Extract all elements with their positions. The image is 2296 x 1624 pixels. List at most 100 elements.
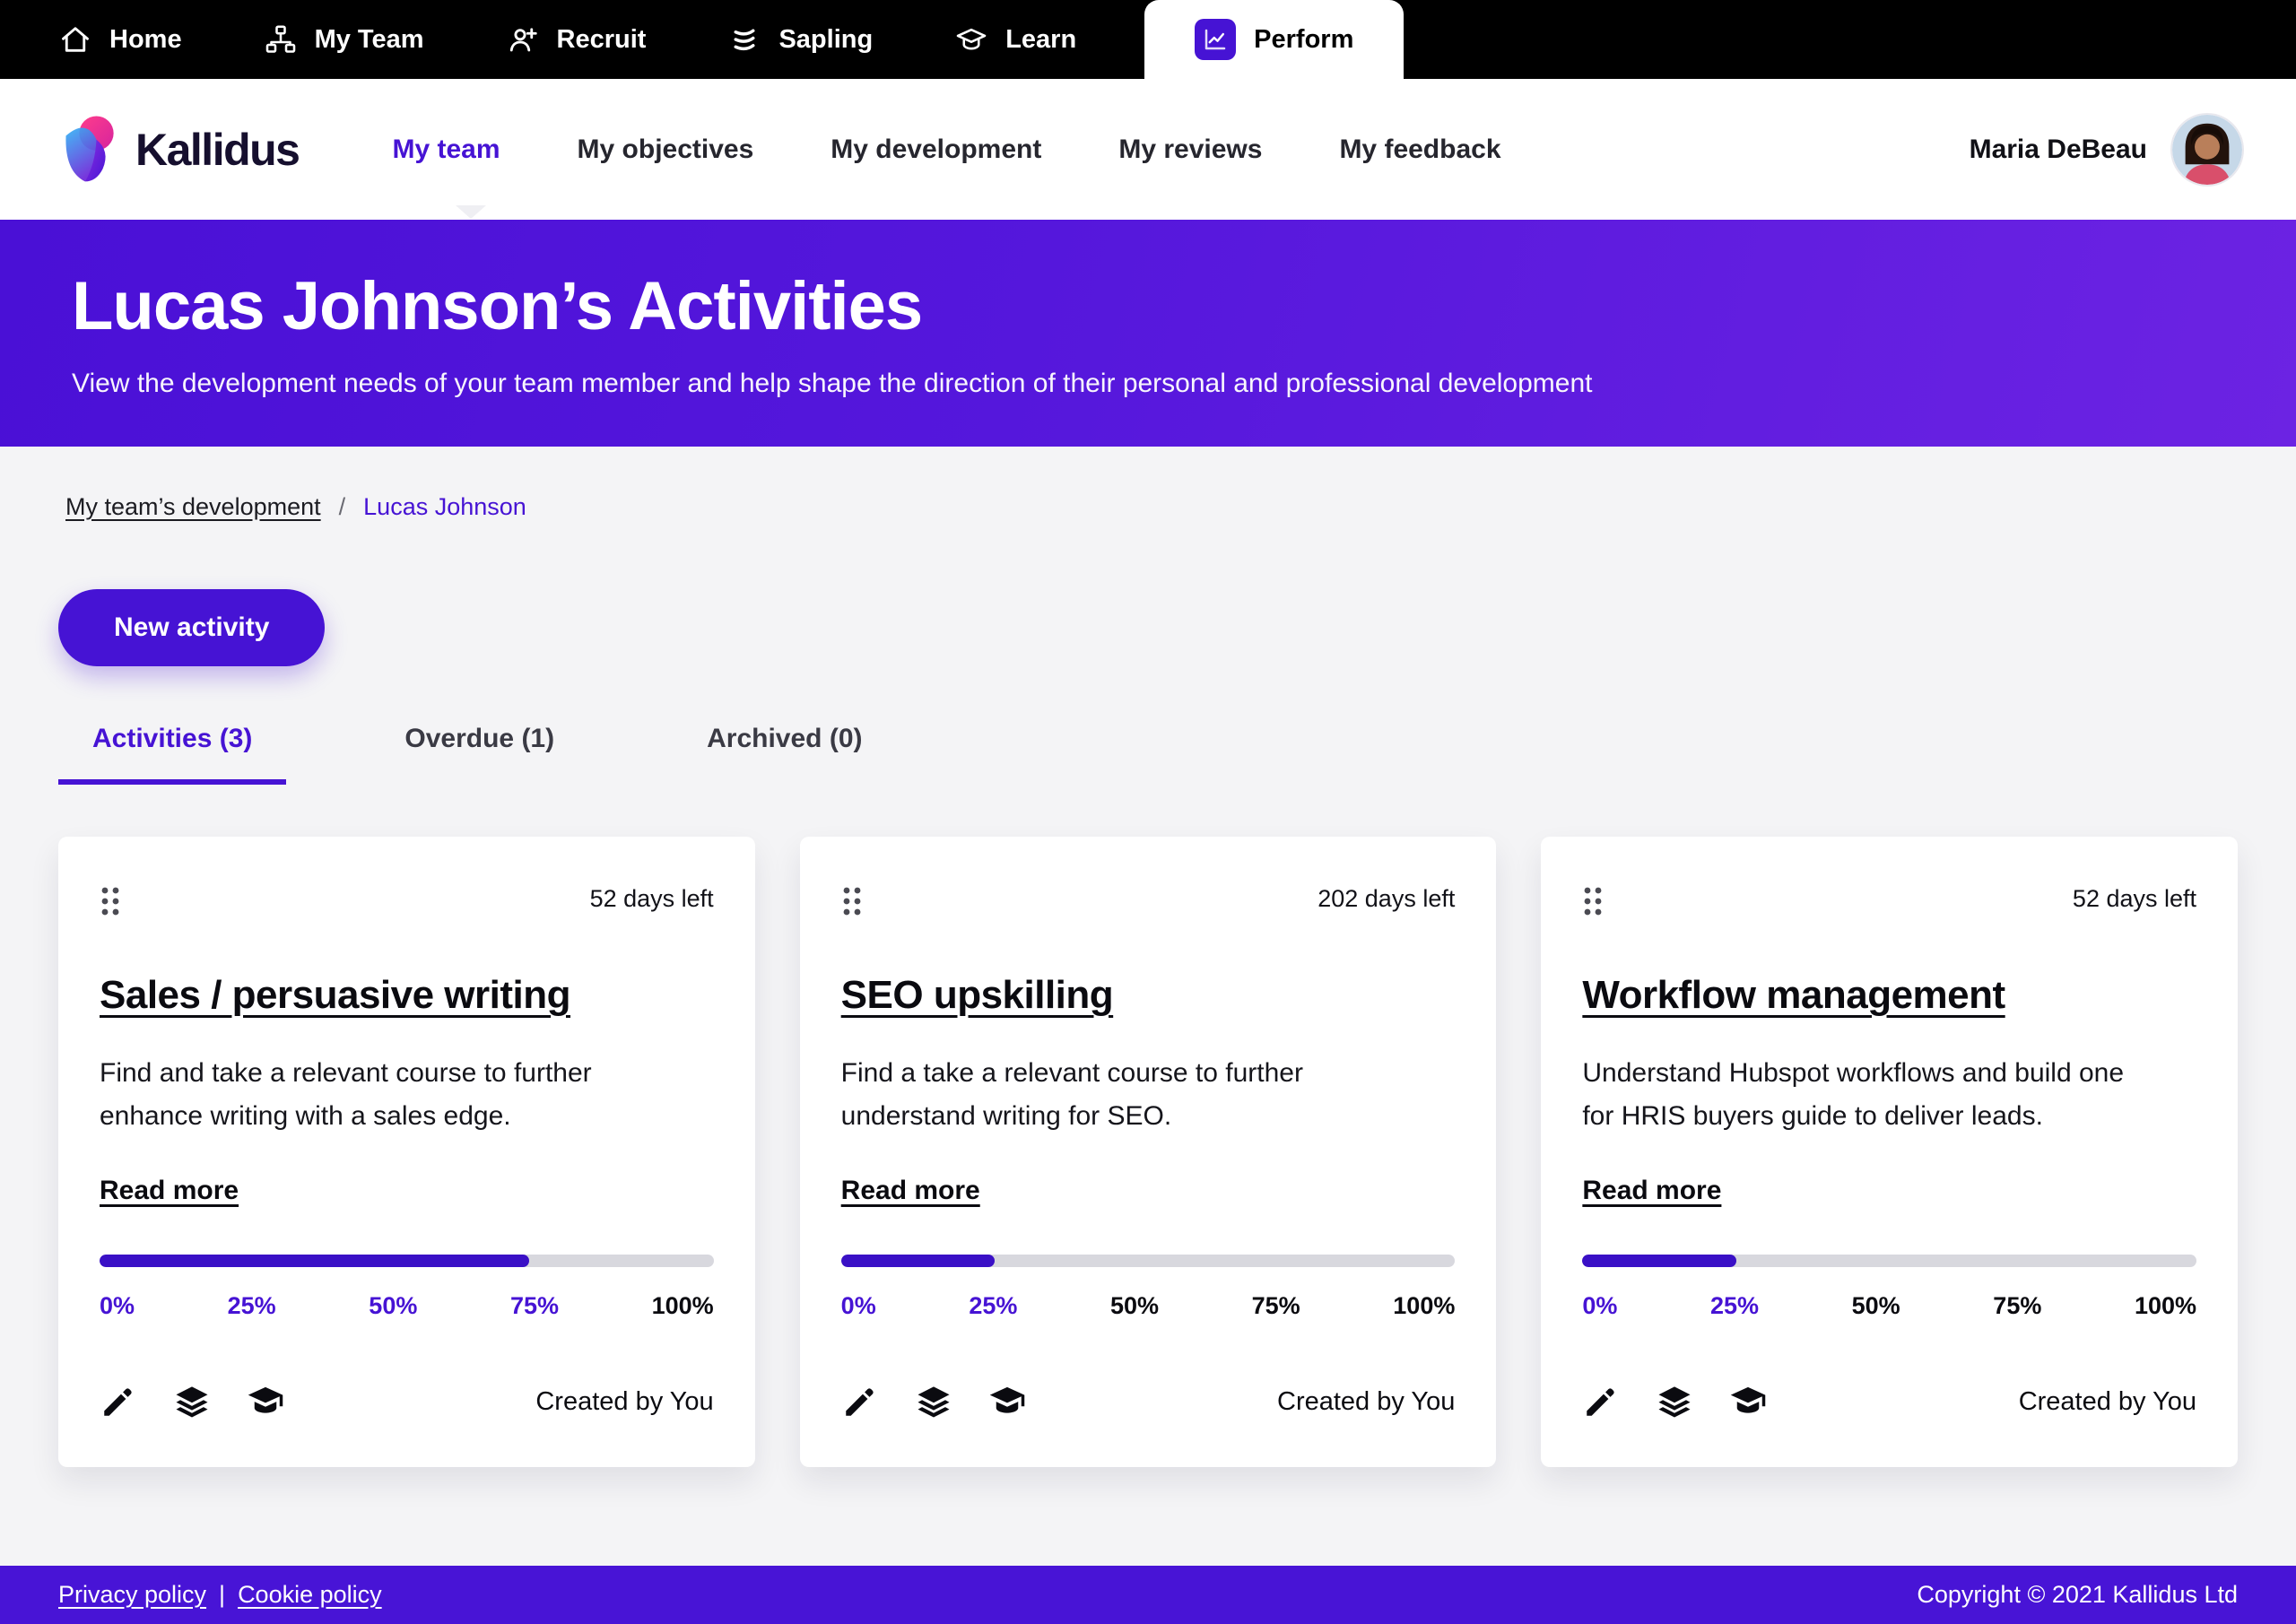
layers-icon[interactable] bbox=[915, 1383, 952, 1420]
layers-icon[interactable] bbox=[1656, 1383, 1693, 1420]
breadcrumb: My team’s development / Lucas Johnson bbox=[58, 493, 2238, 521]
activity-tabs: Activities (3) Overdue (1) Archived (0) bbox=[58, 724, 2238, 785]
milestone-label: 75% bbox=[1252, 1292, 1300, 1320]
topnav-perform-label: Perform bbox=[1254, 25, 1353, 55]
kallidus-logo[interactable]: Kallidus bbox=[58, 114, 299, 186]
topnav-perform[interactable]: Perform bbox=[1144, 0, 1404, 79]
edit-pencil-icon[interactable] bbox=[100, 1383, 137, 1420]
page-title: Lucas Johnson’s Activities bbox=[72, 267, 2224, 345]
learn-course-icon[interactable] bbox=[988, 1383, 1026, 1420]
activity-card-list: 52 days left Sales / persuasive writing … bbox=[58, 837, 2238, 1467]
milestone-label: 50% bbox=[1110, 1292, 1159, 1320]
progress-milestones: 0% 25% 50% 75% 100% bbox=[841, 1292, 1456, 1320]
drag-handle-icon[interactable] bbox=[100, 885, 121, 917]
user-menu[interactable]: Maria DeBeau bbox=[1970, 115, 2242, 185]
topnav-home-label: Home bbox=[109, 25, 182, 55]
layers-icon[interactable] bbox=[173, 1383, 211, 1420]
topnav-learn-label: Learn bbox=[1005, 25, 1076, 55]
progress-bar-fill bbox=[1582, 1255, 1735, 1267]
learn-course-icon[interactable] bbox=[1729, 1383, 1767, 1420]
breadcrumb-current: Lucas Johnson bbox=[363, 493, 526, 521]
nav-my-objectives[interactable]: My objectives bbox=[578, 135, 754, 165]
days-left-label: 52 days left bbox=[590, 885, 714, 913]
progress-milestones: 0% 25% 50% 75% 100% bbox=[1582, 1292, 2196, 1320]
drag-handle-icon[interactable] bbox=[841, 885, 863, 917]
activity-card: 52 days left Workflow management Underst… bbox=[1541, 837, 2238, 1467]
nav-my-development[interactable]: My development bbox=[831, 135, 1041, 165]
progress-bar bbox=[100, 1255, 714, 1267]
breadcrumb-separator: / bbox=[339, 493, 346, 521]
edit-pencil-icon[interactable] bbox=[841, 1383, 879, 1420]
nav-my-reviews[interactable]: My reviews bbox=[1118, 135, 1262, 165]
graduation-cap-icon bbox=[955, 23, 987, 56]
avatar[interactable] bbox=[2172, 115, 2242, 185]
milestone-label: 75% bbox=[1993, 1292, 2041, 1320]
topnav-recruit-label: Recruit bbox=[557, 25, 647, 55]
progress-bar-fill bbox=[100, 1255, 529, 1267]
activity-card: 52 days left Sales / persuasive writing … bbox=[58, 837, 755, 1467]
created-by-label: Created by You bbox=[1277, 1387, 1455, 1417]
new-activity-button[interactable]: New activity bbox=[58, 589, 325, 666]
hero-banner: Lucas Johnson’s Activities View the deve… bbox=[0, 220, 2296, 447]
progress-bar bbox=[1582, 1255, 2196, 1267]
topnav-sapling-label: Sapling bbox=[778, 25, 873, 55]
activity-title-link[interactable]: Sales / persuasive writing bbox=[100, 973, 570, 1018]
activity-description: Find and take a relevant course to furth… bbox=[100, 1052, 674, 1138]
activity-title-link[interactable]: Workflow management bbox=[1582, 973, 2005, 1018]
milestone-label: 75% bbox=[510, 1292, 559, 1320]
activity-title-link[interactable]: SEO upskilling bbox=[841, 973, 1114, 1018]
created-by-label: Created by You bbox=[535, 1387, 713, 1417]
topnav-learn[interactable]: Learn bbox=[914, 0, 1118, 79]
milestone-label: 100% bbox=[1393, 1292, 1455, 1320]
milestone-label: 25% bbox=[1710, 1292, 1759, 1320]
nav-my-feedback[interactable]: My feedback bbox=[1339, 135, 1500, 165]
main-content: My team’s development / Lucas Johnson Ne… bbox=[0, 447, 2296, 1624]
learn-course-icon[interactable] bbox=[247, 1383, 284, 1420]
read-more-link[interactable]: Read more bbox=[841, 1176, 980, 1206]
days-left-label: 52 days left bbox=[2073, 885, 2196, 913]
read-more-link[interactable]: Read more bbox=[100, 1176, 239, 1206]
activity-description: Understand Hubspot workflows and build o… bbox=[1582, 1052, 2156, 1138]
home-icon bbox=[59, 23, 91, 56]
milestone-label: 50% bbox=[369, 1292, 417, 1320]
drag-handle-icon[interactable] bbox=[1582, 885, 1604, 917]
milestone-label: 0% bbox=[1582, 1292, 1617, 1320]
milestone-label: 0% bbox=[100, 1292, 135, 1320]
topnav-sapling[interactable]: Sapling bbox=[687, 0, 914, 79]
topnav-recruit[interactable]: Recruit bbox=[465, 0, 688, 79]
breadcrumb-parent-link[interactable]: My team’s development bbox=[65, 493, 321, 521]
milestone-label: 25% bbox=[228, 1292, 276, 1320]
created-by-label: Created by You bbox=[2019, 1387, 2196, 1417]
nav-my-team[interactable]: My team bbox=[392, 135, 500, 165]
page-subtitle: View the development needs of your team … bbox=[72, 369, 2224, 399]
edit-pencil-icon[interactable] bbox=[1582, 1383, 1620, 1420]
days-left-label: 202 days left bbox=[1318, 885, 1455, 913]
milestone-label: 50% bbox=[1852, 1292, 1900, 1320]
tab-activities[interactable]: Activities (3) bbox=[58, 724, 286, 785]
tab-archived[interactable]: Archived (0) bbox=[673, 724, 896, 785]
activity-description: Find a take a relevant course to further… bbox=[841, 1052, 1415, 1138]
progress-bar-fill bbox=[841, 1255, 995, 1267]
active-nav-caret bbox=[456, 205, 486, 219]
milestone-label: 25% bbox=[969, 1292, 1017, 1320]
topnav-home[interactable]: Home bbox=[18, 0, 223, 79]
user-name: Maria DeBeau bbox=[1970, 135, 2147, 165]
cookie-policy-link[interactable]: Cookie policy bbox=[238, 1581, 382, 1609]
page-footer: Privacy policy | Cookie policy Copyright… bbox=[0, 1566, 2296, 1624]
progress-milestones: 0% 25% 50% 75% 100% bbox=[100, 1292, 714, 1320]
chart-icon bbox=[1195, 19, 1236, 60]
sapling-icon bbox=[728, 23, 761, 56]
milestone-label: 100% bbox=[2135, 1292, 2196, 1320]
top-app-bar: Home My Team Recruit Sapling Learn Perfo… bbox=[0, 0, 2296, 79]
org-chart-icon bbox=[265, 23, 297, 56]
person-add-icon bbox=[507, 23, 539, 56]
section-nav: My team My objectives My development My … bbox=[392, 135, 1500, 165]
topnav-my-team-label: My Team bbox=[315, 25, 424, 55]
topnav-my-team[interactable]: My Team bbox=[223, 0, 465, 79]
tab-overdue[interactable]: Overdue (1) bbox=[370, 724, 588, 785]
read-more-link[interactable]: Read more bbox=[1582, 1176, 1721, 1206]
privacy-policy-link[interactable]: Privacy policy bbox=[58, 1581, 206, 1609]
milestone-label: 0% bbox=[841, 1292, 876, 1320]
brand-name: Kallidus bbox=[135, 124, 299, 176]
brand-bar: Kallidus My team My objectives My develo… bbox=[0, 79, 2296, 220]
